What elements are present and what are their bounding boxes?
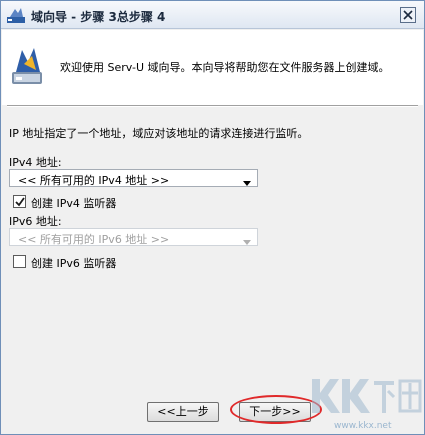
create-ipv6-checkbox[interactable] <box>13 255 26 268</box>
create-ipv4-label[interactable]: 创建 IPv4 监听器 <box>31 195 116 211</box>
title-bar[interactable]: 域向导 - 步骤 3总步骤 4 <box>1 1 424 29</box>
ipv6-label: IPv6 地址: <box>9 215 62 228</box>
watermark-logo <box>306 373 425 418</box>
wizard-icon <box>10 44 46 88</box>
header-divider <box>7 105 418 107</box>
ipv6-address-select[interactable]: << 所有可用的 IPv6 地址 >> <box>9 228 258 246</box>
watermark-url: www.kkx.net <box>334 421 392 431</box>
wizard-app-icon <box>7 7 25 23</box>
welcome-text: 欢迎使用 Serv-U 域向导。本向导将帮助您在文件服务器上创建域。 <box>60 61 390 74</box>
back-button[interactable]: <<上一步 <box>147 402 219 422</box>
ipv4-address-select[interactable]: << 所有可用的 IPv4 地址 >> <box>9 169 258 187</box>
window-title: 域向导 - 步骤 3总步骤 4 <box>31 10 166 24</box>
wizard-window: 域向导 - 步骤 3总步骤 4 欢迎使用 Serv-U 域向导。本向导将帮助您在… <box>0 0 425 435</box>
ipv6-selected-value: << 所有可用的 IPv6 地址 >> <box>18 233 170 246</box>
close-button[interactable] <box>400 7 416 23</box>
ip-description: IP 地址指定了一个地址，域应对该地址的请求连接进行监听。 <box>9 127 309 140</box>
dropdown-arrow-icon <box>243 176 251 189</box>
create-ipv4-checkbox[interactable] <box>13 195 26 208</box>
close-icon <box>403 10 413 20</box>
checkmark-icon <box>15 197 25 207</box>
ipv4-selected-value: << 所有可用的 IPv4 地址 >> <box>18 174 170 187</box>
header-band: 欢迎使用 Serv-U 域向导。本向导将帮助您在文件服务器上创建域。 <box>2 30 423 105</box>
ipv4-label: IPv4 地址: <box>9 156 62 169</box>
dropdown-arrow-icon <box>243 235 251 248</box>
create-ipv6-label[interactable]: 创建 IPv6 监听器 <box>31 255 116 271</box>
